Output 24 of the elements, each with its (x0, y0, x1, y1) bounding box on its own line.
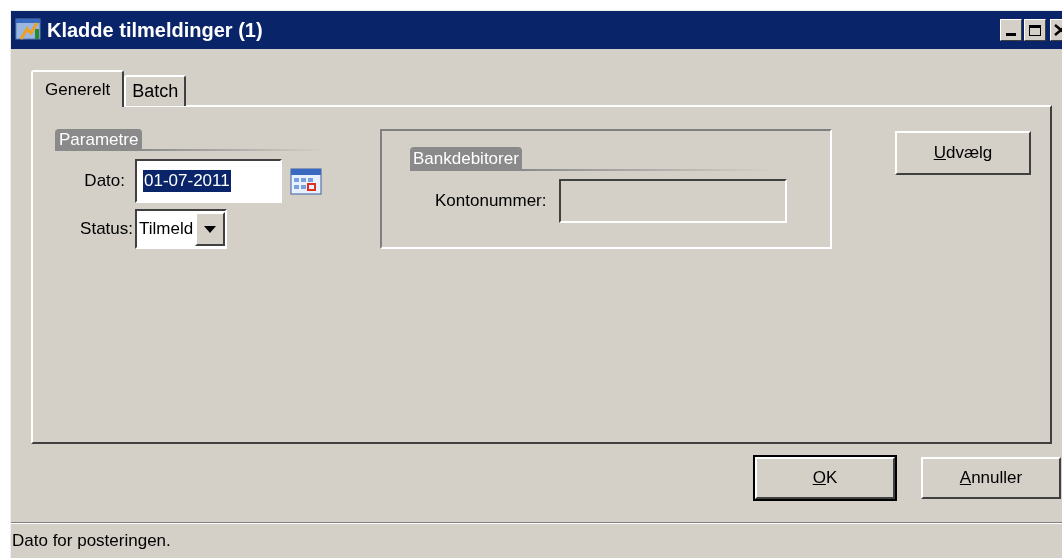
calendar-icon (290, 167, 322, 195)
group-heading: Parametre (55, 129, 143, 151)
date-value: 01-07-2011 (143, 170, 231, 192)
chart-window-icon (15, 17, 43, 43)
maximize-icon (1029, 24, 1041, 36)
field-label: Dato: (83, 170, 126, 193)
dialog-button[interactable]: Annuller (921, 457, 1061, 499)
date-field[interactable]: 01-07-2011 (135, 159, 282, 203)
tab[interactable]: Generelt (31, 70, 125, 107)
minimize-button[interactable] (1000, 19, 1022, 41)
dialog-button[interactable]: OK (755, 457, 895, 499)
field-label: Kontonummer: (435, 190, 548, 213)
calendar-button[interactable] (290, 167, 322, 195)
caret-icon (204, 225, 217, 233)
select-button[interactable]: Udvælg (895, 131, 1031, 175)
minimize-icon (1006, 33, 1016, 36)
maximize-button[interactable] (1024, 19, 1046, 41)
window-title: Kladde tilmeldinger (1) (47, 18, 263, 43)
tab[interactable]: Batch (124, 75, 187, 106)
status-dropdown[interactable]: Tilmeld (135, 209, 228, 249)
status-value: Tilmeld (138, 218, 195, 240)
group-heading: Bankdebitorer (410, 147, 522, 171)
field-label: Status: (79, 218, 134, 241)
status-text: Dato for posteringen. (11, 530, 171, 553)
